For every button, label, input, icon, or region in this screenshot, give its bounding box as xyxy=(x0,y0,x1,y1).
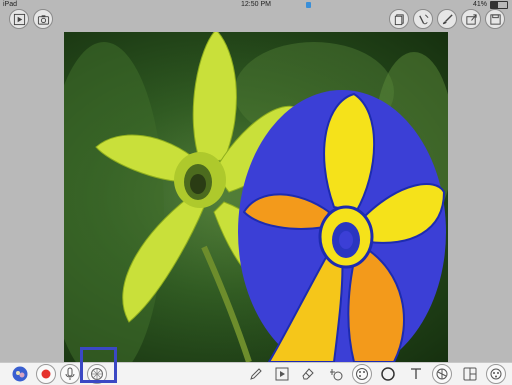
camera-icon xyxy=(37,14,49,25)
canvas-artwork xyxy=(64,32,448,362)
filter-tool-button[interactable] xyxy=(432,364,452,384)
effect-tool-button[interactable] xyxy=(326,364,346,384)
filter-icon xyxy=(436,368,448,380)
battery-indicator: 41% xyxy=(473,0,508,10)
play-icon xyxy=(13,13,25,25)
palette-tool-button[interactable] xyxy=(352,364,372,384)
selected-tool-highlight xyxy=(80,347,117,383)
camera-button[interactable] xyxy=(33,9,53,29)
play-frame-icon xyxy=(275,367,289,381)
circle-shape-icon xyxy=(381,367,395,381)
record-icon xyxy=(41,369,51,379)
layers-button[interactable] xyxy=(389,9,409,29)
shape-tool-button[interactable] xyxy=(378,364,398,384)
avatar-button[interactable] xyxy=(10,364,30,384)
eraser-icon xyxy=(302,368,314,380)
effect-icon xyxy=(330,369,343,381)
battery-icon xyxy=(490,1,508,9)
settings-tool-button[interactable] xyxy=(486,364,506,384)
save-button[interactable] xyxy=(485,9,505,29)
brush-icon xyxy=(442,13,453,24)
edit-paint-button[interactable] xyxy=(413,9,433,29)
app-indicator-icon xyxy=(306,2,311,8)
status-bar: iPad 12:50 PM 41% xyxy=(0,0,512,10)
pencil-tool-button[interactable] xyxy=(246,364,266,384)
text-icon xyxy=(411,368,421,379)
pencil-icon xyxy=(250,368,262,380)
share-icon xyxy=(465,13,477,25)
layout-tool-button[interactable] xyxy=(460,364,480,384)
record-button[interactable] xyxy=(36,364,56,384)
drawing-canvas[interactable] xyxy=(64,32,448,362)
save-icon xyxy=(489,13,501,25)
brush-button[interactable] xyxy=(437,9,457,29)
avatar-icon xyxy=(12,366,28,382)
settings-icon xyxy=(490,368,502,380)
share-button[interactable] xyxy=(461,9,481,29)
status-time: 12:50 PM xyxy=(241,1,271,8)
microphone-button[interactable] xyxy=(60,364,80,384)
filter-stamp-oval xyxy=(238,90,446,362)
battery-percent: 41% xyxy=(472,1,487,8)
text-tool-button[interactable] xyxy=(406,364,426,384)
layout-icon xyxy=(463,367,477,381)
microphone-icon xyxy=(65,367,75,380)
eraser-tool-button[interactable] xyxy=(298,364,318,384)
brush-edit-icon xyxy=(418,14,428,24)
play-button[interactable] xyxy=(9,9,29,29)
palette-icon xyxy=(356,368,368,380)
layers-icon xyxy=(394,13,404,25)
play-frame-button[interactable] xyxy=(272,364,292,384)
bottom-toolbar xyxy=(0,362,512,385)
